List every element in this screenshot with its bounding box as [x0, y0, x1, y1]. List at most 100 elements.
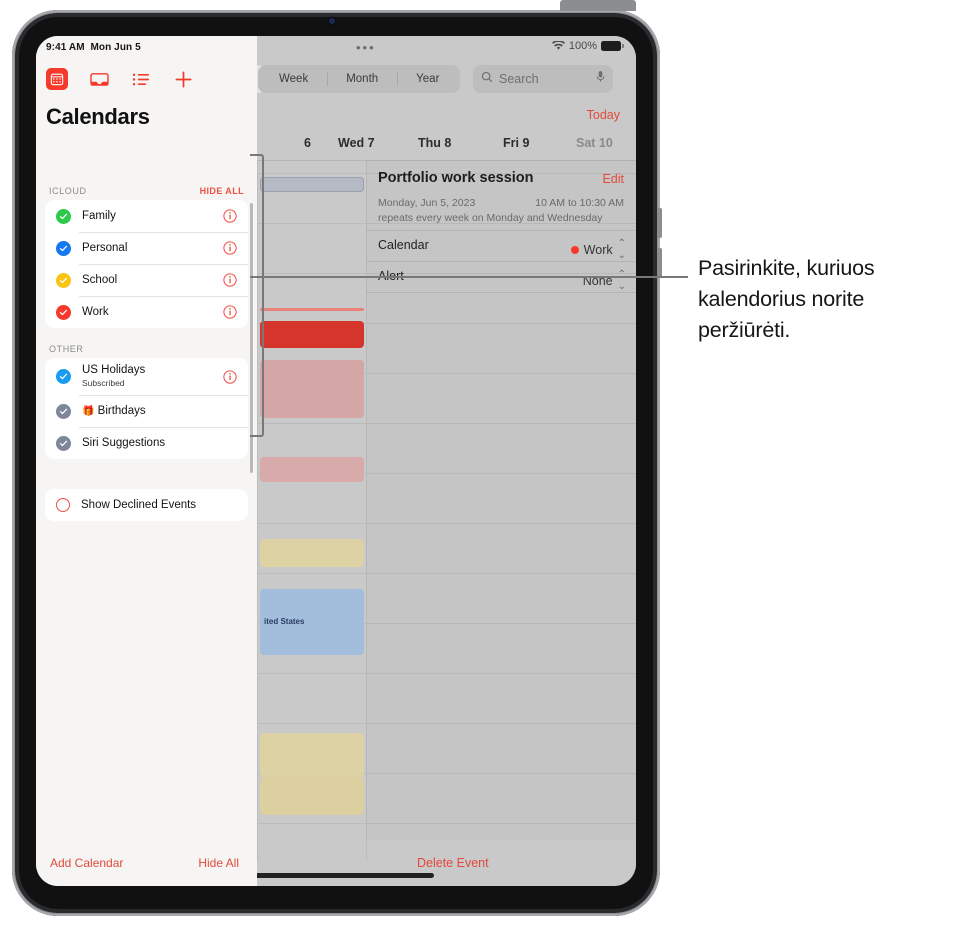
- volume-down-button[interactable]: [657, 248, 662, 278]
- view-segmented-control[interactable]: Week Month Year: [258, 65, 461, 93]
- hide-all-button[interactable]: Hide All: [198, 856, 239, 870]
- detail-row-value[interactable]: None ⌃ ⌄: [583, 269, 626, 293]
- segment-year[interactable]: Year: [397, 67, 458, 91]
- add-calendar-button[interactable]: Add Calendar: [50, 856, 123, 870]
- info-icon[interactable]: [223, 241, 237, 255]
- multitask-dots-icon[interactable]: •••: [356, 41, 376, 54]
- sidebar-status-time: 9:41 AM Mon Jun 5: [46, 42, 141, 53]
- day-header-wed-7[interactable]: Wed 7: [338, 136, 375, 150]
- day-header-fri-9[interactable]: Fri 9: [503, 136, 529, 150]
- checkbox-checked-icon[interactable]: [56, 304, 71, 320]
- battery-icon: [601, 41, 624, 51]
- volume-up-button[interactable]: [657, 208, 662, 238]
- delete-event-button[interactable]: Delete Event: [417, 856, 489, 870]
- calendar-name-label: Siri Suggestions: [82, 436, 166, 449]
- show-declined-card[interactable]: Show Declined Events: [45, 489, 248, 521]
- show-declined-label: Show Declined Events: [81, 498, 197, 511]
- search-icon: [481, 70, 493, 88]
- callout-leader-line: [250, 276, 688, 278]
- calendar-subtitle-label: Subscribed: [82, 378, 125, 388]
- calendar-row-family[interactable]: Family: [45, 200, 248, 232]
- day-header-6[interactable]: 6: [304, 136, 311, 150]
- event-chip[interactable]: [260, 177, 364, 192]
- calendar-row-school[interactable]: School: [45, 264, 248, 296]
- edit-event-button[interactable]: Edit: [602, 172, 624, 186]
- stepper-icon[interactable]: ⌃ ⌄: [618, 269, 626, 293]
- event-chip[interactable]: [260, 733, 364, 777]
- calendar-name-label: US Holidays: [82, 364, 146, 376]
- calendar-name-label: 🎁 Birthdays: [82, 405, 248, 418]
- calendar-row-work[interactable]: Work: [45, 296, 248, 328]
- detail-row-value[interactable]: Work ⌃ ⌄: [570, 238, 626, 262]
- home-indicator[interactable]: [238, 873, 434, 878]
- calendar-row-text: US Holidays Subscribed: [82, 364, 223, 389]
- ipad-screen: ••• 100% Week Month Year Search Today 6 …: [36, 36, 636, 886]
- segment-week[interactable]: Week: [260, 67, 327, 91]
- search-placeholder: Search: [499, 72, 539, 86]
- show-declined-events-row[interactable]: Show Declined Events: [45, 489, 248, 521]
- calendar-name-label: School: [82, 273, 118, 286]
- search-input[interactable]: Search: [473, 65, 613, 93]
- checkbox-checked-icon[interactable]: [56, 435, 71, 451]
- screenshot-root: ••• 100% Week Month Year Search Today 6 …: [0, 0, 958, 926]
- battery-percent-label: 100%: [568, 40, 597, 52]
- calendar-name-label: Family: [82, 209, 116, 222]
- info-icon[interactable]: [223, 369, 237, 384]
- stepper-icon[interactable]: ⌃ ⌄: [618, 238, 626, 262]
- wifi-icon: [551, 40, 565, 51]
- detail-row-label: Calendar: [378, 238, 429, 252]
- calendar-row-text: Show Declined Events: [81, 499, 248, 512]
- event-chip[interactable]: [260, 539, 364, 567]
- calendar-row-personal[interactable]: Personal: [45, 232, 248, 264]
- event-chip[interactable]: [260, 321, 364, 348]
- section-header-other: OTHER: [49, 344, 84, 354]
- event-chip[interactable]: [260, 308, 364, 311]
- plus-icon[interactable]: [172, 68, 194, 90]
- hide-all-icloud-button[interactable]: HIDE ALL: [200, 186, 244, 196]
- info-icon[interactable]: [223, 305, 237, 319]
- sidebar-toolbar: [46, 64, 206, 94]
- calendar-row-siri-suggestions[interactable]: Siri Suggestions: [45, 427, 248, 459]
- event-title: Portfolio work session: [378, 170, 534, 186]
- status-bar-right: 100%: [551, 40, 624, 52]
- calendar-row-text: School: [82, 274, 223, 287]
- day-header-thu-8[interactable]: Thu 8: [418, 136, 451, 150]
- event-time: 10 AM to 10:30 AM: [535, 197, 624, 209]
- event-chip[interactable]: [260, 360, 364, 418]
- other-calendar-card: US Holidays Subscribed 🎁 Birthdays Siri …: [45, 358, 248, 459]
- calendar-row-text: Family: [82, 210, 223, 223]
- power-button[interactable]: [560, 0, 636, 11]
- segment-month[interactable]: Month: [327, 67, 397, 91]
- day-header-sat-10[interactable]: Sat 10: [576, 136, 613, 150]
- inbox-tray-icon[interactable]: [88, 68, 110, 90]
- calendar-value-label: Work: [583, 243, 613, 257]
- detail-row-calendar[interactable]: Calendar Work ⌃ ⌄: [366, 230, 636, 262]
- info-icon[interactable]: [223, 209, 237, 223]
- calendar-row-birthdays[interactable]: 🎁 Birthdays: [45, 395, 248, 427]
- event-chip[interactable]: [260, 457, 364, 482]
- event-date: Monday, Jun 5, 2023: [378, 197, 476, 209]
- calendar-row-us-holidays[interactable]: US Holidays Subscribed: [45, 358, 248, 395]
- checkbox-unchecked-icon[interactable]: [56, 498, 70, 512]
- microphone-icon[interactable]: [596, 70, 605, 88]
- birthdays-label: Birthdays: [97, 404, 146, 417]
- callout-text: Pasirinkite, kuriuos kalendorius norite …: [698, 256, 875, 342]
- list-icon[interactable]: [130, 68, 152, 90]
- info-icon[interactable]: [223, 273, 237, 287]
- calendar-name-label: Work: [82, 305, 109, 318]
- event-chip[interactable]: ited States: [260, 589, 364, 655]
- checkbox-checked-icon[interactable]: [56, 272, 71, 288]
- event-chip[interactable]: [260, 777, 364, 815]
- section-header-icloud: ICLOUD: [49, 186, 87, 196]
- sidebar-bottom-bar: Add Calendar Hide All: [36, 840, 257, 886]
- callout-bracket: [250, 154, 264, 437]
- today-button[interactable]: Today: [587, 108, 620, 122]
- checkbox-checked-icon[interactable]: [56, 403, 71, 419]
- calendars-sidebar: 9:41 AM Mon Jun 5 Calendars ICLOUD HIDE …: [36, 36, 257, 886]
- checkbox-checked-icon[interactable]: [56, 369, 71, 384]
- calendar-grid-icon[interactable]: [46, 68, 68, 90]
- event-detail-panel: Portfolio work session Edit Monday, Jun …: [366, 160, 636, 840]
- checkbox-checked-icon[interactable]: [56, 208, 71, 224]
- status-date-label: Mon Jun 5: [90, 42, 141, 53]
- checkbox-checked-icon[interactable]: [56, 240, 71, 256]
